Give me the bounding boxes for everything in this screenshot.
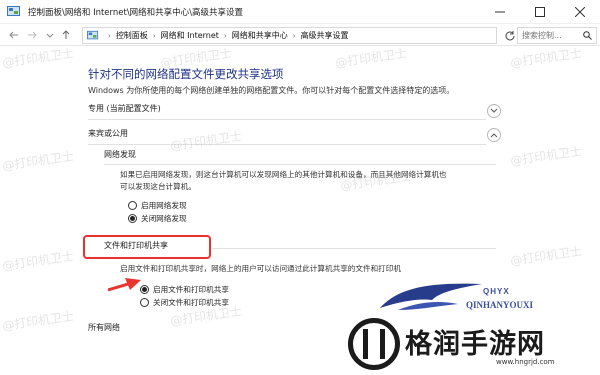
minimize-button[interactable] [480, 0, 520, 24]
radio-button[interactable] [140, 298, 149, 307]
logo-pinyin: QINHANYOUXI [466, 300, 534, 310]
close-button[interactable] [560, 0, 600, 24]
radio-label: 启用网络发现 [141, 201, 187, 210]
divider [104, 164, 496, 165]
radio-button[interactable] [128, 201, 137, 210]
divider [88, 144, 486, 145]
breadcrumb-advanced-sharing[interactable]: 高级共享设置 [301, 30, 349, 41]
forward-button[interactable] [24, 27, 40, 43]
arrow-right-icon [28, 31, 37, 39]
radio-label: 启用文件和打印机共享 [153, 285, 229, 294]
search-input[interactable] [522, 31, 580, 40]
window-title: 控制面板\网络和 Internet\网络和共享中心\高级共享设置 [28, 8, 244, 18]
profile-private-header[interactable]: 专用 (当前配置文件) [88, 103, 498, 120]
profile-public-label: 来宾或公用 [88, 129, 128, 138]
watermark: @打印机卫士 [509, 144, 583, 168]
radio-enable-file-sharing[interactable]: 启用文件和打印机共享 [140, 284, 229, 295]
refresh-icon[interactable] [503, 29, 517, 43]
highlight-box [83, 235, 211, 259]
logo-name: 格润手游网 [405, 329, 545, 360]
profile-private-label: 专用 (当前配置文件) [88, 104, 161, 113]
watermark: @打印机卫士 [334, 46, 408, 70]
chevron-down-icon [490, 108, 498, 113]
chevron-right-icon: › [223, 31, 227, 40]
profile-all-networks-label: 所有网络 [88, 323, 120, 332]
arrow-annotation [108, 278, 141, 292]
network-discovery-title: 网络发现 [104, 150, 136, 159]
radio-label: 关闭网络发现 [141, 214, 187, 223]
watermark: @打印机卫士 [509, 46, 583, 70]
watermark: @打印机卫士 [1, 249, 75, 273]
address-bar[interactable]: › 控制面板 › 网络和 Internet › 网络和共享中心 › 高级共享设置 [82, 27, 497, 44]
radio-disable-network-discovery[interactable]: 关闭网络发现 [128, 213, 187, 224]
divider [88, 119, 486, 120]
breadcrumb-control-panel[interactable]: 控制面板 [116, 30, 148, 41]
arrow-left-icon [9, 31, 18, 39]
network-discovery-text-2: 可以发现这台计算机。 [120, 182, 196, 191]
chevron-right-icon: › [292, 31, 296, 40]
page-description: Windows 为你所使用的每个网络创建单独的网络配置文件。你可以针对每个配置文… [88, 86, 455, 95]
watermark: @打印机卫士 [509, 244, 583, 268]
collapse-public-button[interactable] [487, 128, 501, 142]
breadcrumb-network-sharing-center[interactable]: 网络和共享中心 [232, 30, 288, 41]
title-bar: 控制面板\网络和 Internet\网络和共享中心\高级共享设置 [0, 0, 600, 24]
watermark: @打印机卫士 [1, 46, 75, 70]
chevron-down-icon [46, 33, 54, 38]
bird-logo-icon [380, 283, 482, 310]
chevron-right-icon: › [152, 31, 156, 40]
up-button[interactable] [58, 27, 74, 43]
radio-button[interactable] [128, 214, 137, 223]
file-sharing-text: 启用文件和打印机共享时，网络上的用户可以访问通过此计算机共享的文件和打印机 [120, 264, 401, 273]
maximize-button[interactable] [520, 0, 560, 24]
expand-private-button[interactable] [487, 104, 501, 118]
control-panel-icon [7, 6, 20, 16]
logo-abbreviation: QHYX [483, 287, 510, 296]
search-box[interactable] [517, 27, 597, 44]
arrow-up-icon [62, 30, 70, 39]
radio-enable-network-discovery[interactable]: 启用网络发现 [128, 200, 187, 211]
logo-mark-icon [348, 318, 400, 370]
breadcrumb-network-internet[interactable]: 网络和 Internet [161, 30, 219, 41]
watermark: @打印机卫士 [1, 149, 75, 173]
navigation-bar: › 控制面板 › 网络和 Internet › 网络和共享中心 › 高级共享设置 [0, 24, 600, 46]
control-panel-icon [87, 30, 99, 40]
divider [212, 248, 496, 249]
page-title: 针对不同的网络配置文件更改共享选项 [88, 67, 284, 81]
search-icon[interactable] [583, 31, 592, 40]
recent-locations-button[interactable] [42, 27, 58, 43]
logo-url: www.hngrjd.com [496, 358, 555, 366]
chevron-right-icon: › [108, 31, 111, 40]
chevron-up-icon [490, 133, 498, 138]
watermark: @打印机卫士 [1, 309, 75, 333]
profile-public-header[interactable]: 来宾或公用 [88, 128, 498, 145]
back-button[interactable] [6, 27, 22, 43]
